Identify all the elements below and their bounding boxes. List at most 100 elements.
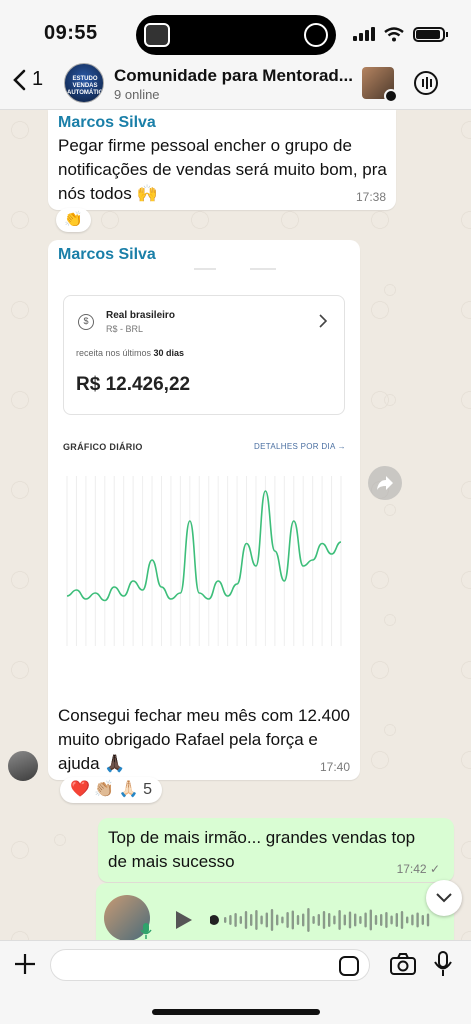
waveform-bar <box>276 914 279 926</box>
waveform-bar <box>369 909 372 931</box>
waveform-bar <box>354 913 357 927</box>
sender-avatar[interactable] <box>8 751 38 781</box>
message-reactions[interactable]: ❤️ 👏🏼 🙏🏻 5 <box>60 777 162 803</box>
waveform-bar <box>426 913 430 927</box>
wifi-icon <box>384 26 404 41</box>
sales-screenshot-image[interactable]: $ Real brasileiro R$ - BRL receita nos ú… <box>54 268 354 698</box>
waveform-bar <box>260 915 263 925</box>
waveform-bar <box>312 916 315 924</box>
image-message-bubble[interactable]: Marcos Silva $ Real brasileiro R$ - BRL … <box>48 240 360 780</box>
currency-icon: $ <box>78 314 94 330</box>
revenue-amount: R$ 12.426,22 <box>76 374 191 395</box>
waveform-bar <box>234 913 237 927</box>
forward-button[interactable] <box>368 466 402 500</box>
waveform-bar <box>374 915 378 925</box>
waveform-bar <box>307 908 310 932</box>
currency-code: R$ - BRL <box>106 324 144 334</box>
compose-bar <box>0 940 471 1024</box>
waveform-bar <box>239 916 242 924</box>
waveform-bar <box>291 910 294 930</box>
waveform-bar <box>229 915 232 925</box>
message-text: Top de mais irmão... grandes vendas top … <box>108 828 416 871</box>
waveform-bar <box>296 915 300 925</box>
chat-area[interactable]: Marcos Silva Pegar firme pessoal encher … <box>0 110 471 940</box>
waveform-bar <box>406 916 409 924</box>
outgoing-message-bubble[interactable]: Top de mais irmão... grandes vendas top … <box>98 818 454 882</box>
waveform-bar <box>265 912 268 928</box>
waveform-bar <box>343 914 346 926</box>
plus-icon[interactable] <box>14 953 36 975</box>
status-icons <box>353 24 448 44</box>
chart-details-link: DETALHES POR DIA → <box>254 442 346 451</box>
waveform-bar <box>302 913 305 927</box>
camera-icon[interactable] <box>390 953 416 975</box>
message-bubble[interactable]: Marcos Silva Pegar firme pessoal encher … <box>48 110 396 210</box>
waveform-bar <box>380 914 383 926</box>
waveform-bar <box>359 916 362 924</box>
waveform-bar <box>322 911 326 929</box>
checkmark-badge-icon <box>384 89 398 103</box>
waveform-bar <box>244 911 248 929</box>
waveform-bar <box>281 916 284 924</box>
message-input[interactable] <box>50 949 370 981</box>
profile-avatar[interactable] <box>362 67 398 103</box>
daily-chart <box>66 476 342 646</box>
message-text: Consegui fechar meu mês com 12.400 muito… <box>58 706 350 773</box>
scroll-down-button[interactable] <box>426 880 462 916</box>
microphone-icon[interactable] <box>434 951 452 977</box>
waveform-bar <box>224 917 227 923</box>
voice-message-bubble[interactable] <box>96 883 454 940</box>
chevron-left-icon <box>13 69 26 90</box>
back-button[interactable]: 1 <box>12 68 43 91</box>
chat-subtitle: 9 online <box>114 87 160 102</box>
playhead <box>210 915 219 925</box>
sender-name[interactable]: Marcos Silva <box>58 246 156 264</box>
forward-icon <box>377 476 393 490</box>
message-text: Pegar firme pessoal encher o grupo de no… <box>58 136 387 203</box>
play-button[interactable] <box>176 911 192 929</box>
message-time: 17:40 <box>319 760 350 774</box>
message-time: 17:38 <box>355 190 386 204</box>
chat-header: 1 ESTUDO VENDAS AUTOMÁTICAS Comunidade p… <box>0 56 471 110</box>
signal-icon <box>353 27 375 41</box>
waveform-bar <box>390 915 393 925</box>
waveform-bar <box>421 915 424 925</box>
waveform-bar <box>270 909 274 931</box>
waveform-bar <box>286 912 289 928</box>
waveform-bar <box>385 912 388 928</box>
waveform-bar <box>317 914 320 926</box>
waveform-bar <box>328 913 331 927</box>
waveform-bar <box>400 911 404 929</box>
waveform-bar <box>416 912 419 928</box>
waveform-bar <box>255 910 258 930</box>
waveform-bar <box>250 914 253 926</box>
sender-name[interactable]: Marcos Silva <box>58 114 156 132</box>
group-avatar[interactable]: ESTUDO VENDAS AUTOMÁTICAS <box>64 63 104 103</box>
microphone-icon <box>140 923 154 940</box>
voice-waveform[interactable] <box>210 905 434 935</box>
waveform-bar <box>333 915 336 925</box>
voice-chat-button[interactable] <box>414 71 438 95</box>
waveform-bar <box>364 912 367 928</box>
app-icon <box>144 23 170 47</box>
chat-title[interactable]: Comunidade para Mentorad... <box>114 66 354 86</box>
chevron-down-icon <box>436 893 452 903</box>
status-time: 09:55 <box>44 22 98 44</box>
waveform-bar <box>395 913 398 927</box>
chart-series-line <box>66 490 342 602</box>
battery-icon <box>413 26 448 42</box>
group-avatar-text: ESTUDO VENDAS AUTOMÁTICAS <box>67 76 103 96</box>
sticker-icon[interactable] <box>339 956 359 976</box>
waveform-bar <box>348 911 352 929</box>
currency-name: Real brasileiro <box>106 310 175 321</box>
message-reaction[interactable]: 👏 <box>56 208 91 232</box>
revenue-card: $ Real brasileiro R$ - BRL receita nos ú… <box>63 295 345 415</box>
back-count: 1 <box>32 68 44 90</box>
waveform-bar <box>338 910 341 930</box>
home-indicator <box>152 1009 320 1015</box>
dynamic-island <box>136 15 336 55</box>
record-icon <box>304 23 328 47</box>
period-label: receita nos últimos 30 dias <box>76 348 185 358</box>
chevron-right-icon <box>319 314 328 328</box>
message-time: 17:42 ✓ <box>396 862 440 876</box>
